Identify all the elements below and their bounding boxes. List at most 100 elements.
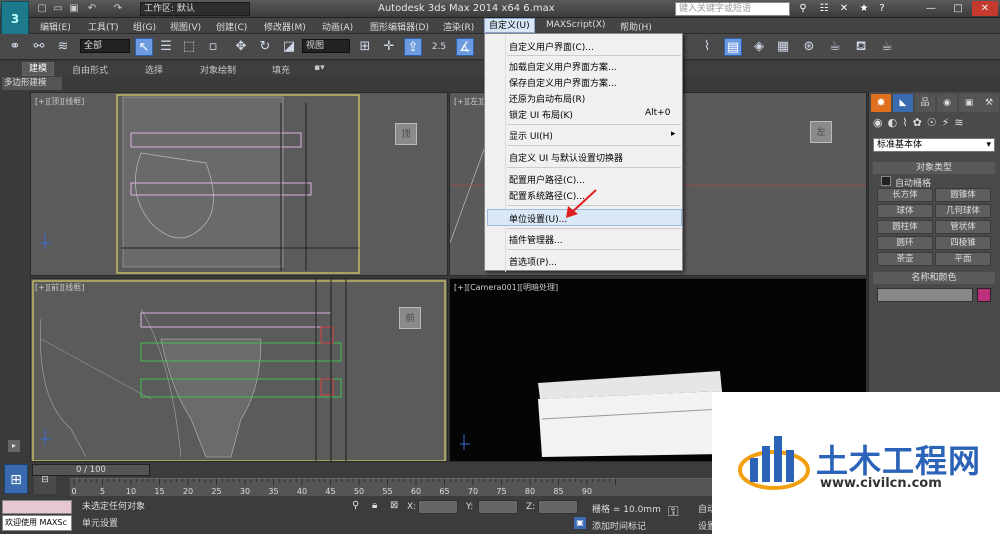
viewcube-left-icon[interactable]: 左	[810, 121, 832, 143]
window-crossing-icon[interactable]: ▫	[204, 38, 222, 56]
communication-icon[interactable]: ✕	[838, 3, 850, 15]
menu-item-plugin-manager[interactable]: 插件管理器...	[509, 233, 563, 246]
curve-editor-icon[interactable]: ⌇	[698, 38, 716, 56]
app-logo-icon[interactable]: 3	[1, 1, 29, 35]
menu-modifiers[interactable]: 修改器(M)	[264, 20, 306, 33]
select-manipulate-icon[interactable]: ✛	[380, 38, 398, 56]
ribbon-tab-modeling[interactable]: 建模	[22, 62, 55, 76]
ribbon-options-icon[interactable]: ▪▾	[314, 63, 325, 73]
menu-help[interactable]: 帮助(H)	[620, 20, 652, 33]
plane-button[interactable]: 平面	[935, 252, 991, 266]
ribbon-subtab-polygon-modeling[interactable]: 多边形建模	[2, 77, 62, 90]
autogrid-checkbox[interactable]	[881, 176, 891, 186]
object-color-swatch[interactable]	[977, 288, 991, 302]
bind-space-warp-icon[interactable]: ≋	[54, 38, 72, 56]
add-time-tag[interactable]: 添加时间标记	[592, 519, 646, 532]
geosphere-button[interactable]: 几何球体	[935, 204, 991, 218]
viewport-layout-icon[interactable]: ⊞	[4, 464, 28, 494]
menu-item-customize-ui[interactable]: 自定义用户界面(C)...	[509, 40, 594, 53]
menu-item-revert-startup-layout[interactable]: 还原为启动布局(R)	[509, 92, 585, 105]
viewport-top[interactable]: [+][顶][线框] 顶	[30, 92, 448, 276]
cylinder-button[interactable]: 圆柱体	[877, 220, 933, 234]
menu-item-save-ui-scheme[interactable]: 保存自定义用户界面方案...	[509, 76, 617, 89]
viewcube-top-icon[interactable]: 顶	[395, 123, 417, 145]
pivot-center-icon[interactable]: ⊞	[356, 38, 374, 56]
z-coord-field[interactable]	[538, 500, 578, 514]
menu-item-lock-ui-layout[interactable]: 锁定 UI 布局(K)	[509, 108, 573, 121]
ribbon-tab-freeform[interactable]: 自由形式	[72, 63, 108, 76]
menu-create[interactable]: 创建(C)	[216, 20, 247, 33]
tube-button[interactable]: 管状体	[935, 220, 991, 234]
render-iterative-icon[interactable]: ⛾	[852, 38, 870, 56]
sphere-button[interactable]: 球体	[877, 204, 933, 218]
menu-customize[interactable]: 自定义(U)	[484, 18, 535, 33]
track-bar[interactable]: 0 5 10 15 20 25 30 35 40 45 50 55 60 65 70 75 80 85 90	[70, 478, 730, 496]
key-icon[interactable]: ⚿	[668, 504, 679, 520]
category-dropdown[interactable]: 标准基本体 ▾	[873, 138, 995, 152]
menu-item-preferences[interactable]: 首选项(P)...	[509, 255, 557, 268]
redo-icon[interactable]: ↷	[112, 3, 124, 15]
hierarchy-tab-icon[interactable]: 品	[915, 94, 935, 112]
pyramid-button[interactable]: 四棱锥	[935, 236, 991, 250]
angle-snap-icon[interactable]: ∡	[456, 38, 474, 56]
search-input[interactable]: 键入关键字或短语	[675, 2, 790, 16]
binoculars-icon[interactable]: ⚲	[797, 3, 809, 15]
undo-icon[interactable]: ↶	[86, 3, 98, 15]
y-coord-field[interactable]	[478, 500, 518, 514]
box-button[interactable]: 长方体	[877, 188, 933, 202]
menu-item-units-setup[interactable]: 单位设置(U)...	[509, 212, 567, 225]
viewport-front[interactable]: [+][前][线框] 前	[30, 278, 448, 462]
display-tab-icon[interactable]: ▣	[959, 94, 979, 112]
open-file-icon[interactable]: ▭	[52, 3, 64, 15]
time-tag-icon[interactable]: ▣	[574, 517, 586, 529]
reference-coordinate-dropdown[interactable]: 视图	[302, 39, 350, 53]
menu-item-ui-defaults-switcher[interactable]: 自定义 UI 与默认设置切换器	[509, 151, 623, 164]
name-color-rollout[interactable]: 名称和颜色	[873, 272, 995, 284]
modify-tab-icon[interactable]: ◣	[893, 94, 913, 112]
absolute-mode-icon[interactable]: ⊠	[390, 500, 398, 511]
favorites-icon[interactable]: ★	[858, 3, 870, 15]
scale-icon[interactable]: ◪	[280, 38, 298, 56]
menu-maxscript[interactable]: MAXScript(X)	[546, 20, 605, 30]
torus-button[interactable]: 圆环	[877, 236, 933, 250]
select-by-name-icon[interactable]: ☰	[157, 38, 175, 56]
menu-animation[interactable]: 动画(A)	[322, 20, 353, 33]
utilities-tab-icon[interactable]: ⚒	[979, 94, 999, 112]
selection-lock-icon[interactable]: 🔒︎	[372, 500, 377, 511]
snaps-toggle-icon[interactable]: 2.5	[430, 38, 448, 56]
object-type-rollout[interactable]: 对象类型	[873, 162, 995, 174]
move-icon[interactable]: ✥	[232, 38, 250, 56]
maximize-button[interactable]: □	[945, 1, 971, 16]
render-production-icon[interactable]: ☕	[826, 38, 844, 56]
create-subcategory-icons[interactable]: ◉◐⌇✿☉⚡≋	[873, 116, 999, 134]
cone-button[interactable]: 圆锥体	[935, 188, 991, 202]
schematic-view-icon[interactable]: ▤	[724, 38, 742, 56]
render-setup-icon[interactable]: ▦	[774, 38, 792, 56]
ribbon-tab-object-paint[interactable]: 对象绘制	[200, 63, 236, 76]
rendered-frame-window-icon[interactable]: ⊛	[800, 38, 818, 56]
rotate-icon[interactable]: ↻	[256, 38, 274, 56]
object-name-input[interactable]	[877, 288, 973, 302]
menu-item-configure-user-paths[interactable]: 配置用户路径(C)...	[509, 173, 585, 186]
save-icon[interactable]: ▣	[68, 3, 80, 15]
menu-edit[interactable]: 编辑(E)	[40, 20, 71, 33]
selection-filter-dropdown[interactable]: 全部	[80, 39, 130, 53]
create-tab-icon[interactable]: ✸	[871, 94, 891, 112]
unlink-icon[interactable]: ⚯	[30, 38, 48, 56]
time-slider[interactable]: 0 / 100	[32, 464, 150, 476]
render-activeshade-icon[interactable]: ☕	[878, 38, 896, 56]
menu-item-show-ui[interactable]: 显示 UI(H)	[509, 129, 553, 142]
subscription-icon[interactable]: ☷	[818, 3, 830, 15]
isolate-icon[interactable]: ⚲	[352, 500, 359, 511]
teapot-button[interactable]: 茶壶	[877, 252, 933, 266]
maxscript-listener-input[interactable]	[2, 500, 72, 514]
menu-tools[interactable]: 工具(T)	[88, 20, 119, 33]
help-icon[interactable]: ?	[876, 3, 888, 15]
minimize-button[interactable]: —	[918, 1, 944, 16]
link-icon[interactable]: ⚭	[6, 38, 24, 56]
close-button[interactable]: ✕	[972, 1, 998, 16]
workspace-dropdown[interactable]: 工作区: 默认	[140, 2, 250, 16]
expand-arrow-icon[interactable]: ▸	[8, 440, 20, 452]
material-editor-icon[interactable]: ◈	[750, 38, 768, 56]
menu-graph-editors[interactable]: 图形编辑器(D)	[370, 20, 429, 33]
